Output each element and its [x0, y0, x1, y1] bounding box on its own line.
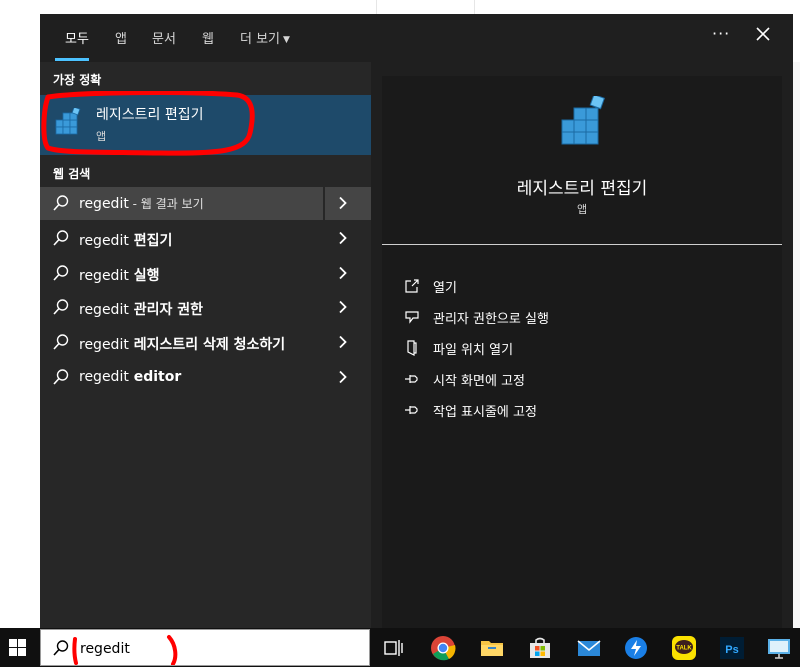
- web-result-row[interactable]: regedit 관리자 권한: [40, 291, 371, 324]
- suffix-text: 레지스트리 삭제 청소하기: [128, 337, 286, 353]
- kakaotalk-shape: TALK: [672, 636, 696, 660]
- query-text: regedit: [79, 196, 129, 212]
- row-divider: [323, 187, 325, 220]
- search-icon: [53, 265, 69, 281]
- action-label: 파일 위치 열기: [433, 343, 514, 358]
- query-text: regedit: [79, 369, 129, 385]
- taskbar: regedit TALK Ps: [0, 628, 800, 667]
- web-search-heading: 웹 검색: [53, 167, 91, 181]
- web-result-text: regedit 실행: [79, 265, 159, 285]
- pin-icon: [405, 406, 418, 414]
- chevron-right-icon[interactable]: [336, 231, 350, 245]
- mail-icon[interactable]: [575, 634, 603, 662]
- suffix-text: 편집기: [128, 233, 173, 249]
- web-result-row[interactable]: regedit editor: [40, 361, 371, 394]
- web-result-text: regedit 편집기: [79, 230, 172, 250]
- windows-start-icon[interactable]: [9, 639, 26, 656]
- file-explorer-icon[interactable]: [478, 634, 506, 662]
- query-text: regedit: [79, 337, 129, 353]
- shield-icon: [405, 311, 419, 324]
- chevron-right-icon[interactable]: [336, 300, 350, 314]
- tab-all[interactable]: 모두: [65, 28, 89, 47]
- registry-editor-icon: [561, 96, 605, 145]
- search-icon: [53, 230, 69, 246]
- chevron-right-icon[interactable]: [336, 196, 350, 210]
- registry-editor-icon: [55, 108, 81, 135]
- web-result-row[interactable]: regedit 편집기: [40, 222, 371, 255]
- preview-separator: [382, 244, 782, 245]
- web-result-text: regedit editor: [79, 369, 181, 385]
- best-match-type: 앱: [96, 130, 107, 143]
- web-result-row[interactable]: regedit - 웹 결과 보기: [40, 187, 371, 220]
- suffix-text: - 웹 결과 보기: [128, 197, 204, 211]
- best-match-name: 레지스트리 편집기: [96, 107, 204, 123]
- web-result-text: regedit 레지스트리 삭제 청소하기: [79, 334, 285, 354]
- web-result-text: regedit 관리자 권한: [79, 299, 203, 319]
- remote-desktop-icon[interactable]: [765, 634, 793, 662]
- suffix-text: editor: [128, 369, 182, 385]
- results-list: 가장 정확 레지스트리 편집기 앱 웹 검색 regedit - 웹 결과 보기: [40, 62, 371, 628]
- tab-apps[interactable]: 앱: [115, 28, 127, 47]
- query-text: regedit: [79, 268, 129, 284]
- suffix-text: 관리자 권한: [128, 302, 203, 318]
- web-result-row[interactable]: regedit 레지스트리 삭제 청소하기: [40, 326, 371, 359]
- photoshop-label: Ps: [725, 644, 738, 656]
- tab-more[interactable]: 더 보기 ▼: [240, 28, 290, 47]
- action-label: 작업 표시줄에 고정: [433, 405, 537, 420]
- tab-documents[interactable]: 문서: [152, 28, 176, 47]
- search-input[interactable]: regedit: [80, 641, 130, 657]
- search-icon: [53, 334, 69, 350]
- caret-down-icon: ▼: [283, 35, 290, 45]
- pin-icon: [405, 375, 418, 383]
- web-result-row[interactable]: regedit 실행: [40, 257, 371, 290]
- taskbar-search-box[interactable]: regedit: [40, 629, 370, 666]
- tab-more-label: 더 보기: [240, 32, 281, 47]
- background-divider: [376, 0, 377, 14]
- web-result-text: regedit - 웹 결과 보기: [79, 195, 204, 212]
- kakaotalk-label: TALK: [676, 646, 692, 652]
- photoshop-icon[interactable]: Ps: [718, 634, 746, 662]
- preview-pane: 레지스트리 편집기 앱 열기 관리자 권한으로 실행 파일 위치 열기 시작 화…: [382, 76, 782, 628]
- kakaotalk-icon[interactable]: TALK: [670, 634, 698, 662]
- chevron-right-icon[interactable]: [336, 370, 350, 384]
- filter-tabs-bar: 모두 앱 문서 웹 더 보기 ▼ ···: [40, 14, 793, 62]
- best-match-heading: 가장 정확: [53, 73, 102, 87]
- open-icon: [405, 279, 419, 293]
- close-icon[interactable]: [754, 25, 772, 43]
- preview-title: 레지스트리 편집기: [516, 179, 648, 199]
- task-view-icon[interactable]: [380, 634, 408, 662]
- search-icon: [53, 640, 69, 656]
- search-icon: [53, 369, 69, 385]
- query-text: regedit: [79, 233, 129, 249]
- chevron-right-icon[interactable]: [336, 335, 350, 349]
- start-search-panel: 모두 앱 문서 웹 더 보기 ▼ ··· 가장 정확 레지스트리 편집기 앱 웹…: [40, 14, 793, 628]
- microsoft-store-icon[interactable]: [526, 634, 554, 662]
- query-text: regedit: [79, 302, 129, 318]
- chrome-icon[interactable]: [429, 634, 457, 662]
- more-options-icon[interactable]: ···: [712, 24, 730, 43]
- best-match-item[interactable]: 레지스트리 편집기 앱: [40, 95, 371, 155]
- chevron-right-icon[interactable]: [336, 266, 350, 280]
- photoshop-shape: Ps: [720, 637, 744, 659]
- search-icon: [53, 299, 69, 315]
- search-icon: [53, 195, 69, 211]
- active-tab-indicator: [55, 58, 89, 61]
- suffix-text: 실행: [128, 268, 160, 284]
- file-location-icon: [407, 340, 417, 356]
- action-label: 관리자 권한으로 실행: [433, 312, 549, 327]
- background-divider: [474, 0, 475, 14]
- preview-type: 앱: [576, 203, 588, 216]
- action-label: 열기: [433, 281, 457, 296]
- tab-web[interactable]: 웹: [202, 28, 214, 47]
- action-label: 시작 화면에 고정: [433, 374, 525, 389]
- messenger-icon[interactable]: [622, 634, 650, 662]
